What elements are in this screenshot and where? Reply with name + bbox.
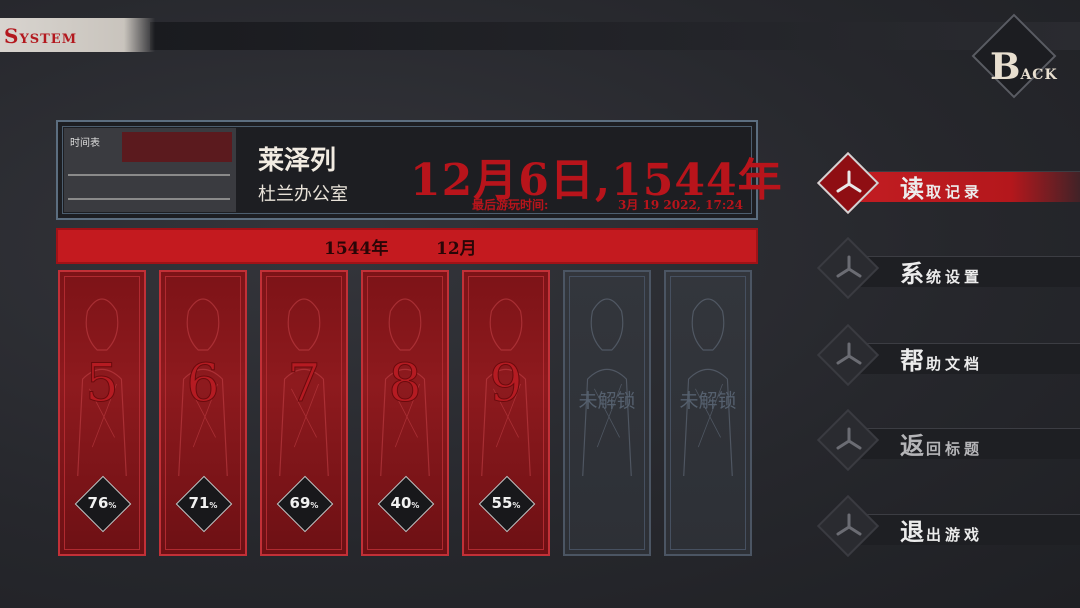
menu-item-label: 读取记录 [900, 175, 984, 203]
banner-year: 1544年 [324, 239, 389, 259]
chapter-card-locked[interactable]: 未解锁 [664, 270, 752, 556]
triskelion-icon [836, 513, 862, 536]
chapter-number: 5 [85, 354, 119, 415]
banner-month: 12月 [436, 239, 477, 259]
chapter-number: 6 [186, 354, 220, 415]
save-thumbnail: 时间表 [64, 128, 236, 212]
last-played-time: 3月 19 2022, 17:24 [618, 198, 743, 212]
menu-item[interactable]: 系统设置 [816, 236, 1080, 300]
chapter-card[interactable]: 9 55% [462, 270, 550, 556]
menu-item-label: 返回标题 [900, 432, 984, 460]
locked-label: 未解锁 [679, 390, 737, 412]
menu-item[interactable]: 返回标题 [816, 408, 1080, 472]
menu-item-label: 退出游戏 [900, 518, 984, 546]
locked-label: 未解锁 [578, 390, 636, 412]
chapter-progress: 40% [390, 494, 420, 512]
menu-item[interactable]: 帮助文档 [816, 323, 1080, 387]
chapter-card[interactable]: 7 69% [260, 270, 348, 556]
chapter-card[interactable]: 5 76% [58, 270, 146, 556]
menu-item-label: 帮助文档 [900, 347, 984, 375]
character-sketch [683, 298, 733, 477]
thumbnail-label: 时间表 [70, 138, 100, 149]
menu-item[interactable]: 退出游戏 [816, 494, 1080, 558]
chapter-progress: 71% [188, 494, 218, 512]
back-label-first: B [990, 46, 1021, 88]
last-played-label: 最后游玩时间: [472, 198, 549, 212]
chapter-number: 9 [489, 354, 523, 415]
save-slot[interactable]: 时间表 莱泽列 杜兰办公室 12月6日,1544年 最后游玩时间: 3月 19 … [56, 120, 782, 220]
character-sketch [582, 298, 632, 477]
triskelion-icon [836, 255, 862, 278]
chapter-card[interactable]: 6 71% [159, 270, 247, 556]
chapter-progress: 76% [87, 494, 117, 512]
top-strip [150, 22, 1080, 50]
triskelion-icon [836, 427, 862, 450]
save-location: 莱泽列 [258, 146, 337, 176]
menu-item-label: 系统设置 [900, 260, 984, 288]
menu-item[interactable]: 读取记录 [816, 151, 1080, 215]
chapter-number: 7 [287, 354, 321, 415]
save-sublocation: 杜兰办公室 [258, 184, 348, 205]
back-label-rest: ACK [1020, 67, 1058, 83]
timeline-banner: 1544年 12月 [56, 228, 758, 264]
triskelion-icon [836, 170, 862, 193]
chapter-progress: 69% [289, 494, 319, 512]
back-button[interactable]: BACK [971, 13, 1066, 100]
system-title: SYSTEM [4, 24, 78, 48]
chapter-card[interactable]: 8 40% [361, 270, 449, 556]
chapter-progress: 55% [491, 494, 521, 512]
chapter-number: 8 [388, 354, 422, 415]
chapter-card-locked[interactable]: 未解锁 [563, 270, 651, 556]
triskelion-icon [836, 342, 862, 365]
